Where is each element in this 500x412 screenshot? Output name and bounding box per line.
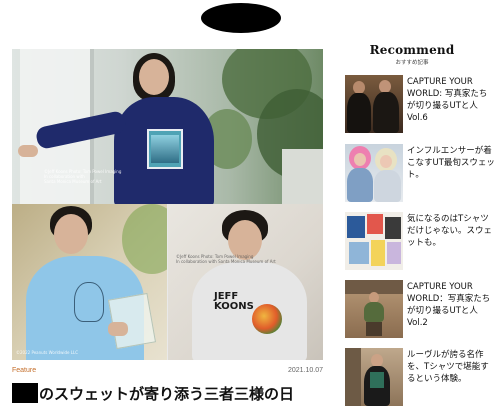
recommend-item[interactable]: 気になるのはTシャツだけじゃない。スウェットも。 bbox=[345, 212, 495, 270]
site-header bbox=[0, 0, 500, 48]
hero-photo-bottom-left: ©2022 Peanuts Worldwide LLC bbox=[12, 204, 167, 360]
headline-redacted-block bbox=[12, 383, 38, 403]
recommend-heading: Recommend bbox=[369, 43, 455, 57]
hero-photo-bottom-right: JEFF KOONS ©Jeff Koons Photo: Tom Powel … bbox=[168, 204, 323, 360]
recommend-thumbnail[interactable] bbox=[345, 75, 403, 133]
recommend-thumbnail[interactable] bbox=[345, 144, 403, 202]
article-headline-text: のスウェットが寄り添う三者三様の日 bbox=[39, 384, 295, 403]
recommend-item[interactable]: インフルエンサーが着こなすUT最旬スウェット。 bbox=[345, 144, 495, 202]
recommend-item-title[interactable]: CAPTURE YOUR WORLD: 写真家たちが切り撮るUTと人 Vol.6 bbox=[407, 76, 495, 124]
recommend-thumbnail[interactable] bbox=[345, 212, 403, 270]
hero-photo-top: ©Jeff Koons Photo: Tom Powel Imaging In … bbox=[12, 49, 323, 204]
hero-photo-credit-bottom-right: ©Jeff Koons Photo: Tom Powel Imaging In … bbox=[176, 254, 276, 264]
recommend-item[interactable]: CAPTURE YOUR WORLD：写真家たちが切り撮るUTと人 Vol.2 bbox=[345, 280, 495, 338]
site-logo-redacted[interactable] bbox=[201, 3, 281, 33]
recommend-item[interactable]: ルーヴルが誇る名作を、Tシャツで堪能するという体験。 bbox=[345, 348, 495, 406]
article-headline[interactable]: のスウェットが寄り添う三者三様の日 bbox=[12, 381, 294, 405]
recommend-item[interactable]: CAPTURE YOUR WORLD: 写真家たちが切り撮るUTと人 Vol.6 bbox=[345, 75, 495, 133]
recommend-item-title[interactable]: CAPTURE YOUR WORLD：写真家たちが切り撮るUTと人 Vol.2 bbox=[407, 281, 495, 329]
recommend-item-title[interactable]: ルーヴルが誇る名作を、Tシャツで堪能するという体験。 bbox=[407, 349, 495, 385]
article-category[interactable]: Feature bbox=[12, 367, 36, 374]
article-date: 2021.10.07 bbox=[287, 367, 323, 374]
recommend-item-title[interactable]: 気になるのはTシャツだけじゃない。スウェットも。 bbox=[407, 213, 495, 249]
recommend-item-title[interactable]: インフルエンサーが着こなすUT最旬スウェット。 bbox=[407, 145, 495, 181]
recommend-thumbnail[interactable] bbox=[345, 348, 403, 406]
hero-photo-credit-top: ©Jeff Koons Photo: Tom Powel Imaging In … bbox=[44, 169, 122, 184]
hero-photo-credit-bottom-left: ©2022 Peanuts Worldwide LLC bbox=[16, 350, 78, 355]
feature-hero-image[interactable]: ©Jeff Koons Photo: Tom Powel Imaging In … bbox=[12, 49, 323, 360]
recommend-thumbnail[interactable] bbox=[345, 280, 403, 338]
recommend-subheading: おすすめ記事 bbox=[395, 60, 429, 66]
